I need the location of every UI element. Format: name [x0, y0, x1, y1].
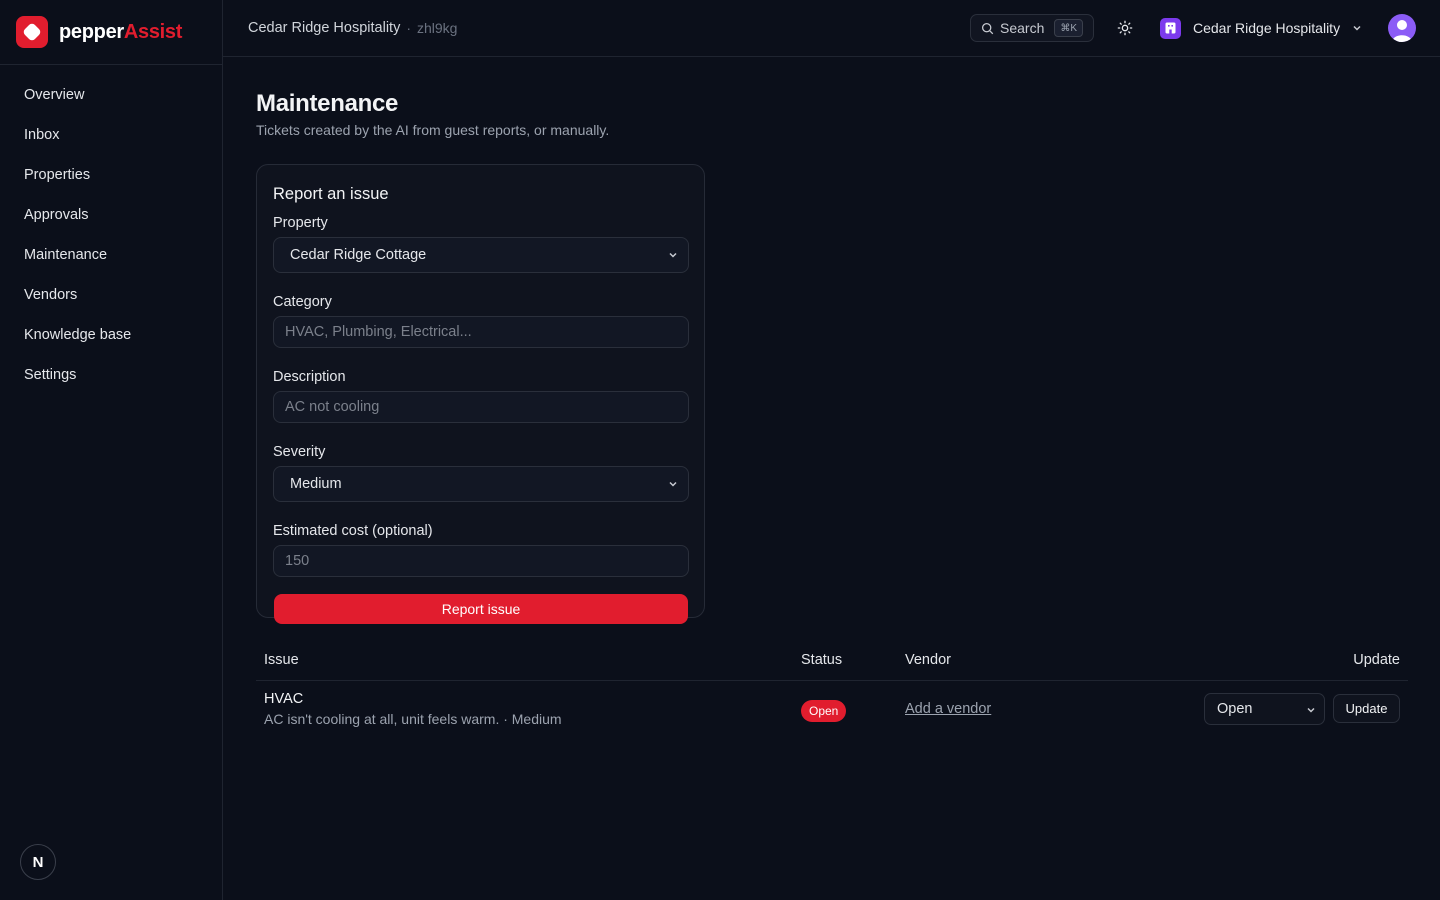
brand-name: pepperAssist [59, 21, 182, 44]
search-button[interactable]: Search ⌘K [970, 14, 1094, 42]
brand[interactable]: pepperAssist [0, 0, 222, 65]
sidebar-item-settings[interactable]: Settings [0, 355, 222, 395]
description-placeholder: AC not cooling [285, 399, 380, 415]
sun-icon [1117, 20, 1133, 36]
theme-toggle-button[interactable] [1113, 16, 1137, 40]
org-switcher[interactable]: Cedar Ridge Hospitality [1160, 16, 1362, 40]
sidebar-item-inbox[interactable]: Inbox [0, 115, 222, 155]
issue-description: AC isn't cooling at all, unit feels warm… [264, 711, 562, 727]
sidebar: pepperAssist Overview Inbox Properties A… [0, 0, 223, 900]
status-select-value: Open [1217, 701, 1253, 717]
search-shortcut: ⌘K [1054, 19, 1083, 37]
breadcrumb[interactable]: Cedar Ridge Hospitality [248, 20, 400, 36]
column-header-status: Status [801, 652, 843, 668]
cost-placeholder: 150 [285, 553, 310, 569]
property-label: Property [273, 215, 328, 231]
search-label: Search [1000, 20, 1045, 36]
page-header: Maintenance Tickets created by the AI fr… [256, 90, 609, 138]
user-icon [1392, 20, 1412, 42]
issue-title: HVAC [264, 691, 304, 707]
category-input[interactable]: HVAC, Plumbing, Electrical... [273, 316, 689, 348]
sidebar-nav: Overview Inbox Properties Approvals Main… [0, 65, 222, 395]
update-button[interactable]: Update [1333, 694, 1400, 723]
category-label: Category [273, 294, 332, 310]
report-issue-card: Report an issue Property Cedar Ridge Cot… [256, 164, 705, 624]
table-header: Issue Status Vendor Update [256, 642, 1408, 681]
column-header-issue: Issue [264, 652, 299, 668]
chevron-down-icon [1307, 707, 1315, 713]
add-vendor-link[interactable]: Add a vendor [905, 701, 991, 717]
report-issue-button[interactable]: Report issue [274, 594, 688, 624]
brand-name-part1: pepper [59, 20, 124, 43]
category-placeholder: HVAC, Plumbing, Electrical... [285, 324, 472, 340]
user-avatar[interactable] [1388, 14, 1416, 42]
chevron-down-icon [1353, 25, 1361, 31]
brand-name-part2: Assist [123, 20, 183, 43]
status-badge: Open [801, 700, 847, 722]
page-subtitle: Tickets created by the AI from guest rep… [256, 122, 610, 138]
sidebar-item-maintenance[interactable]: Maintenance [0, 235, 222, 275]
sidebar-item-overview[interactable]: Overview [0, 75, 222, 115]
sidebar-item-vendors[interactable]: Vendors [0, 275, 222, 315]
brand-logo-icon [16, 16, 48, 48]
severity-value: Medium [290, 476, 342, 492]
card-title: Report an issue [273, 185, 389, 203]
workspace-id: zhl9kg [417, 20, 458, 36]
column-header-update: Update [1353, 652, 1400, 668]
table-row: HVAC AC isn't cooling at all, unit feels… [256, 681, 1408, 741]
status-select[interactable]: Open [1204, 693, 1325, 725]
property-value: Cedar Ridge Cottage [290, 247, 427, 263]
sidebar-item-knowledge-base[interactable]: Knowledge base [0, 315, 222, 355]
property-select[interactable]: Cedar Ridge Cottage [273, 237, 689, 273]
breadcrumb-separator: · [406, 20, 411, 36]
sidebar-item-approvals[interactable]: Approvals [0, 195, 222, 235]
column-header-vendor: Vendor [905, 652, 951, 668]
chevron-down-icon [669, 481, 677, 487]
description-input[interactable]: AC not cooling [273, 391, 689, 423]
search-icon [981, 22, 994, 34]
description-label: Description [273, 369, 346, 385]
severity-select[interactable]: Medium [273, 466, 689, 502]
tickets-table: Issue Status Vendor Update HVAC AC isn't… [256, 642, 1408, 741]
topbar: Cedar Ridge Hospitality · zhl9kg Search … [223, 0, 1440, 57]
sidebar-item-properties[interactable]: Properties [0, 155, 222, 195]
org-name: Cedar Ridge Hospitality [1193, 20, 1341, 36]
severity-label: Severity [273, 444, 326, 460]
cost-input[interactable]: 150 [273, 545, 689, 577]
chevron-down-icon [669, 252, 677, 258]
page-title: Maintenance [256, 90, 399, 117]
building-icon [1160, 17, 1181, 39]
cost-label: Estimated cost (optional) [273, 523, 433, 539]
dev-tools-badge[interactable]: N [20, 844, 56, 880]
